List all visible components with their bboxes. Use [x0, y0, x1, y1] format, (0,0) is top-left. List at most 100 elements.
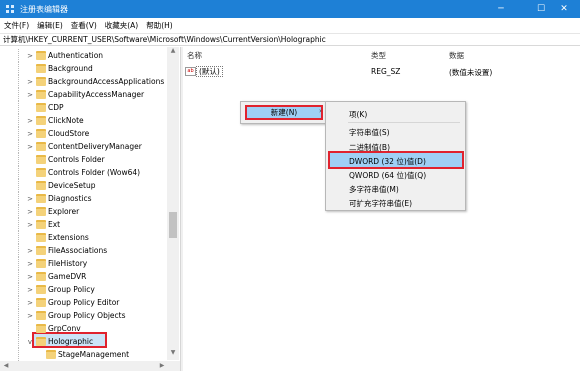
minimize-button[interactable]: ─	[481, 0, 521, 18]
context-menu: 新建(N) ›	[240, 101, 328, 124]
tree-item[interactable]: > Ext	[0, 218, 168, 231]
tree-item-holographic[interactable]: v Holographic	[0, 335, 168, 348]
chevron-right-icon[interactable]: >	[26, 273, 34, 281]
tree-item[interactable]: Background	[0, 62, 168, 75]
chevron-right-icon[interactable]: >	[26, 91, 34, 99]
tree-item[interactable]: > ContentDeliveryManager	[0, 140, 168, 153]
chevron-right-icon[interactable]: >	[26, 260, 34, 268]
tree-vertical-scrollbar[interactable]: ▲ ▼	[167, 47, 179, 360]
value-data: (数值未设置)	[449, 68, 493, 77]
chevron-right-icon[interactable]: >	[26, 312, 34, 320]
chevron-down-icon[interactable]: v	[26, 338, 34, 346]
tree-item[interactable]: > FileAssociations	[0, 244, 168, 257]
folder-icon	[36, 207, 46, 216]
menu-new-key[interactable]: 项(K)	[349, 109, 367, 120]
tree-item-label: FileAssociations	[48, 246, 108, 255]
chevron-right-icon[interactable]: >	[26, 247, 34, 255]
window-title: 注册表编辑器	[20, 4, 68, 14]
folder-icon	[36, 155, 46, 164]
tree-item-label: DeviceSetup	[48, 181, 96, 190]
tree-item-label: Explorer	[48, 207, 80, 216]
maximize-icon: ☐	[536, 4, 546, 14]
tree-item[interactable]: Extensions	[0, 231, 168, 244]
folder-icon	[36, 220, 46, 229]
value-name[interactable]: (默认)	[196, 66, 223, 77]
menu-new-binary[interactable]: 二进制值(B)	[349, 142, 390, 153]
menu-edit[interactable]: 编辑(E)	[37, 20, 63, 31]
menu-new-expandable-string[interactable]: 可扩充字符串值(E)	[349, 198, 412, 209]
tree-item[interactable]: > Authentication	[0, 49, 168, 62]
tree-item[interactable]: > Group Policy	[0, 283, 168, 296]
column-header-type[interactable]: 类型	[371, 50, 386, 61]
tree-item-label: Group Policy	[48, 285, 95, 294]
title-bar: 注册表编辑器 ─ ☐ ✕	[0, 0, 580, 18]
tree-item[interactable]: > Group Policy Objects	[0, 309, 168, 322]
menu-new-qword[interactable]: QWORD (64 位)值(Q)	[349, 170, 426, 181]
folder-icon	[36, 142, 46, 151]
chevron-right-icon[interactable]: >	[26, 117, 34, 125]
menu-bar: 文件(F) 编辑(E) 查看(V) 收藏夹(A) 帮助(H)	[0, 18, 580, 32]
scroll-right-icon[interactable]: ▶	[158, 362, 166, 371]
chevron-right-icon[interactable]: >	[26, 195, 34, 203]
tree-item[interactable]: > FileHistory	[0, 257, 168, 270]
chevron-right-icon[interactable]: >	[26, 286, 34, 294]
tree-item[interactable]: DeviceSetup	[0, 179, 168, 192]
chevron-right-icon[interactable]: >	[26, 130, 34, 138]
folder-icon	[36, 168, 46, 177]
folder-icon	[36, 246, 46, 255]
tree-item-label: FileHistory	[48, 259, 88, 268]
tree-item[interactable]: GrpConv	[0, 322, 168, 335]
tree-item[interactable]: CDP	[0, 101, 168, 114]
tree-item[interactable]: > CapabilityAccessManager	[0, 88, 168, 101]
column-header-data[interactable]: 数据	[449, 50, 464, 61]
tree-horizontal-scrollbar[interactable]: ◀ ▶	[0, 361, 180, 371]
menu-favorites[interactable]: 收藏夹(A)	[105, 20, 138, 31]
minimize-icon: ─	[498, 4, 504, 14]
tree-item[interactable]: > BackgroundAccessApplications	[0, 75, 168, 88]
address-bar[interactable]: 计算机\HKEY_CURRENT_USER\Software\Microsoft…	[0, 33, 580, 46]
menu-view[interactable]: 查看(V)	[71, 20, 97, 31]
menu-new[interactable]: 新建(N)	[245, 105, 323, 120]
tree-item[interactable]: StageManagement	[0, 348, 168, 361]
tree-item[interactable]: > CloudStore	[0, 127, 168, 140]
tree-item[interactable]: > GameDVR	[0, 270, 168, 283]
folder-icon	[36, 324, 46, 333]
tree-item[interactable]: > Explorer	[0, 205, 168, 218]
tree-item[interactable]: Controls Folder (Wow64)	[0, 166, 168, 179]
chevron-right-icon[interactable]: >	[26, 78, 34, 86]
folder-icon	[36, 51, 46, 60]
menu-new-string[interactable]: 字符串值(S)	[349, 127, 390, 138]
tree-item[interactable]: > Diagnostics	[0, 192, 168, 205]
column-header-name[interactable]: 名称	[187, 50, 202, 61]
tree-item-label: GrpConv	[48, 324, 81, 333]
regedit-app-icon	[6, 4, 15, 14]
scrollbar-thumb[interactable]	[169, 212, 177, 238]
menu-file[interactable]: 文件(F)	[4, 20, 29, 31]
tree-item[interactable]: > Group Policy Editor	[0, 296, 168, 309]
scroll-down-icon[interactable]: ▼	[167, 349, 179, 359]
string-value-icon: ab	[185, 67, 196, 76]
tree-item[interactable]: > ClickNote	[0, 114, 168, 127]
tree-item-label: ClickNote	[48, 116, 84, 125]
scroll-up-icon[interactable]: ▲	[167, 47, 179, 57]
close-button[interactable]: ✕	[548, 0, 580, 18]
chevron-right-icon[interactable]: >	[26, 143, 34, 151]
folder-icon	[36, 116, 46, 125]
tree-item-label: Background	[48, 64, 93, 73]
tree-item[interactable]: Controls Folder	[0, 153, 168, 166]
folder-icon	[36, 103, 46, 112]
chevron-right-icon[interactable]: >	[26, 299, 34, 307]
menu-new-dword[interactable]: DWORD (32 位)值(D)	[349, 156, 426, 167]
menu-help[interactable]: 帮助(H)	[146, 20, 173, 31]
folder-icon	[36, 285, 46, 294]
close-icon: ✕	[560, 4, 568, 14]
folder-icon	[36, 337, 46, 346]
menu-separator	[348, 122, 460, 123]
scroll-left-icon[interactable]: ◀	[2, 362, 10, 371]
menu-new-multi-string[interactable]: 多字符串值(M)	[349, 184, 399, 195]
tree-item-label: BackgroundAccessApplications	[48, 77, 165, 86]
folder-icon	[36, 90, 46, 99]
chevron-right-icon[interactable]: >	[26, 208, 34, 216]
chevron-right-icon[interactable]: >	[26, 52, 34, 60]
chevron-right-icon[interactable]: >	[26, 221, 34, 229]
